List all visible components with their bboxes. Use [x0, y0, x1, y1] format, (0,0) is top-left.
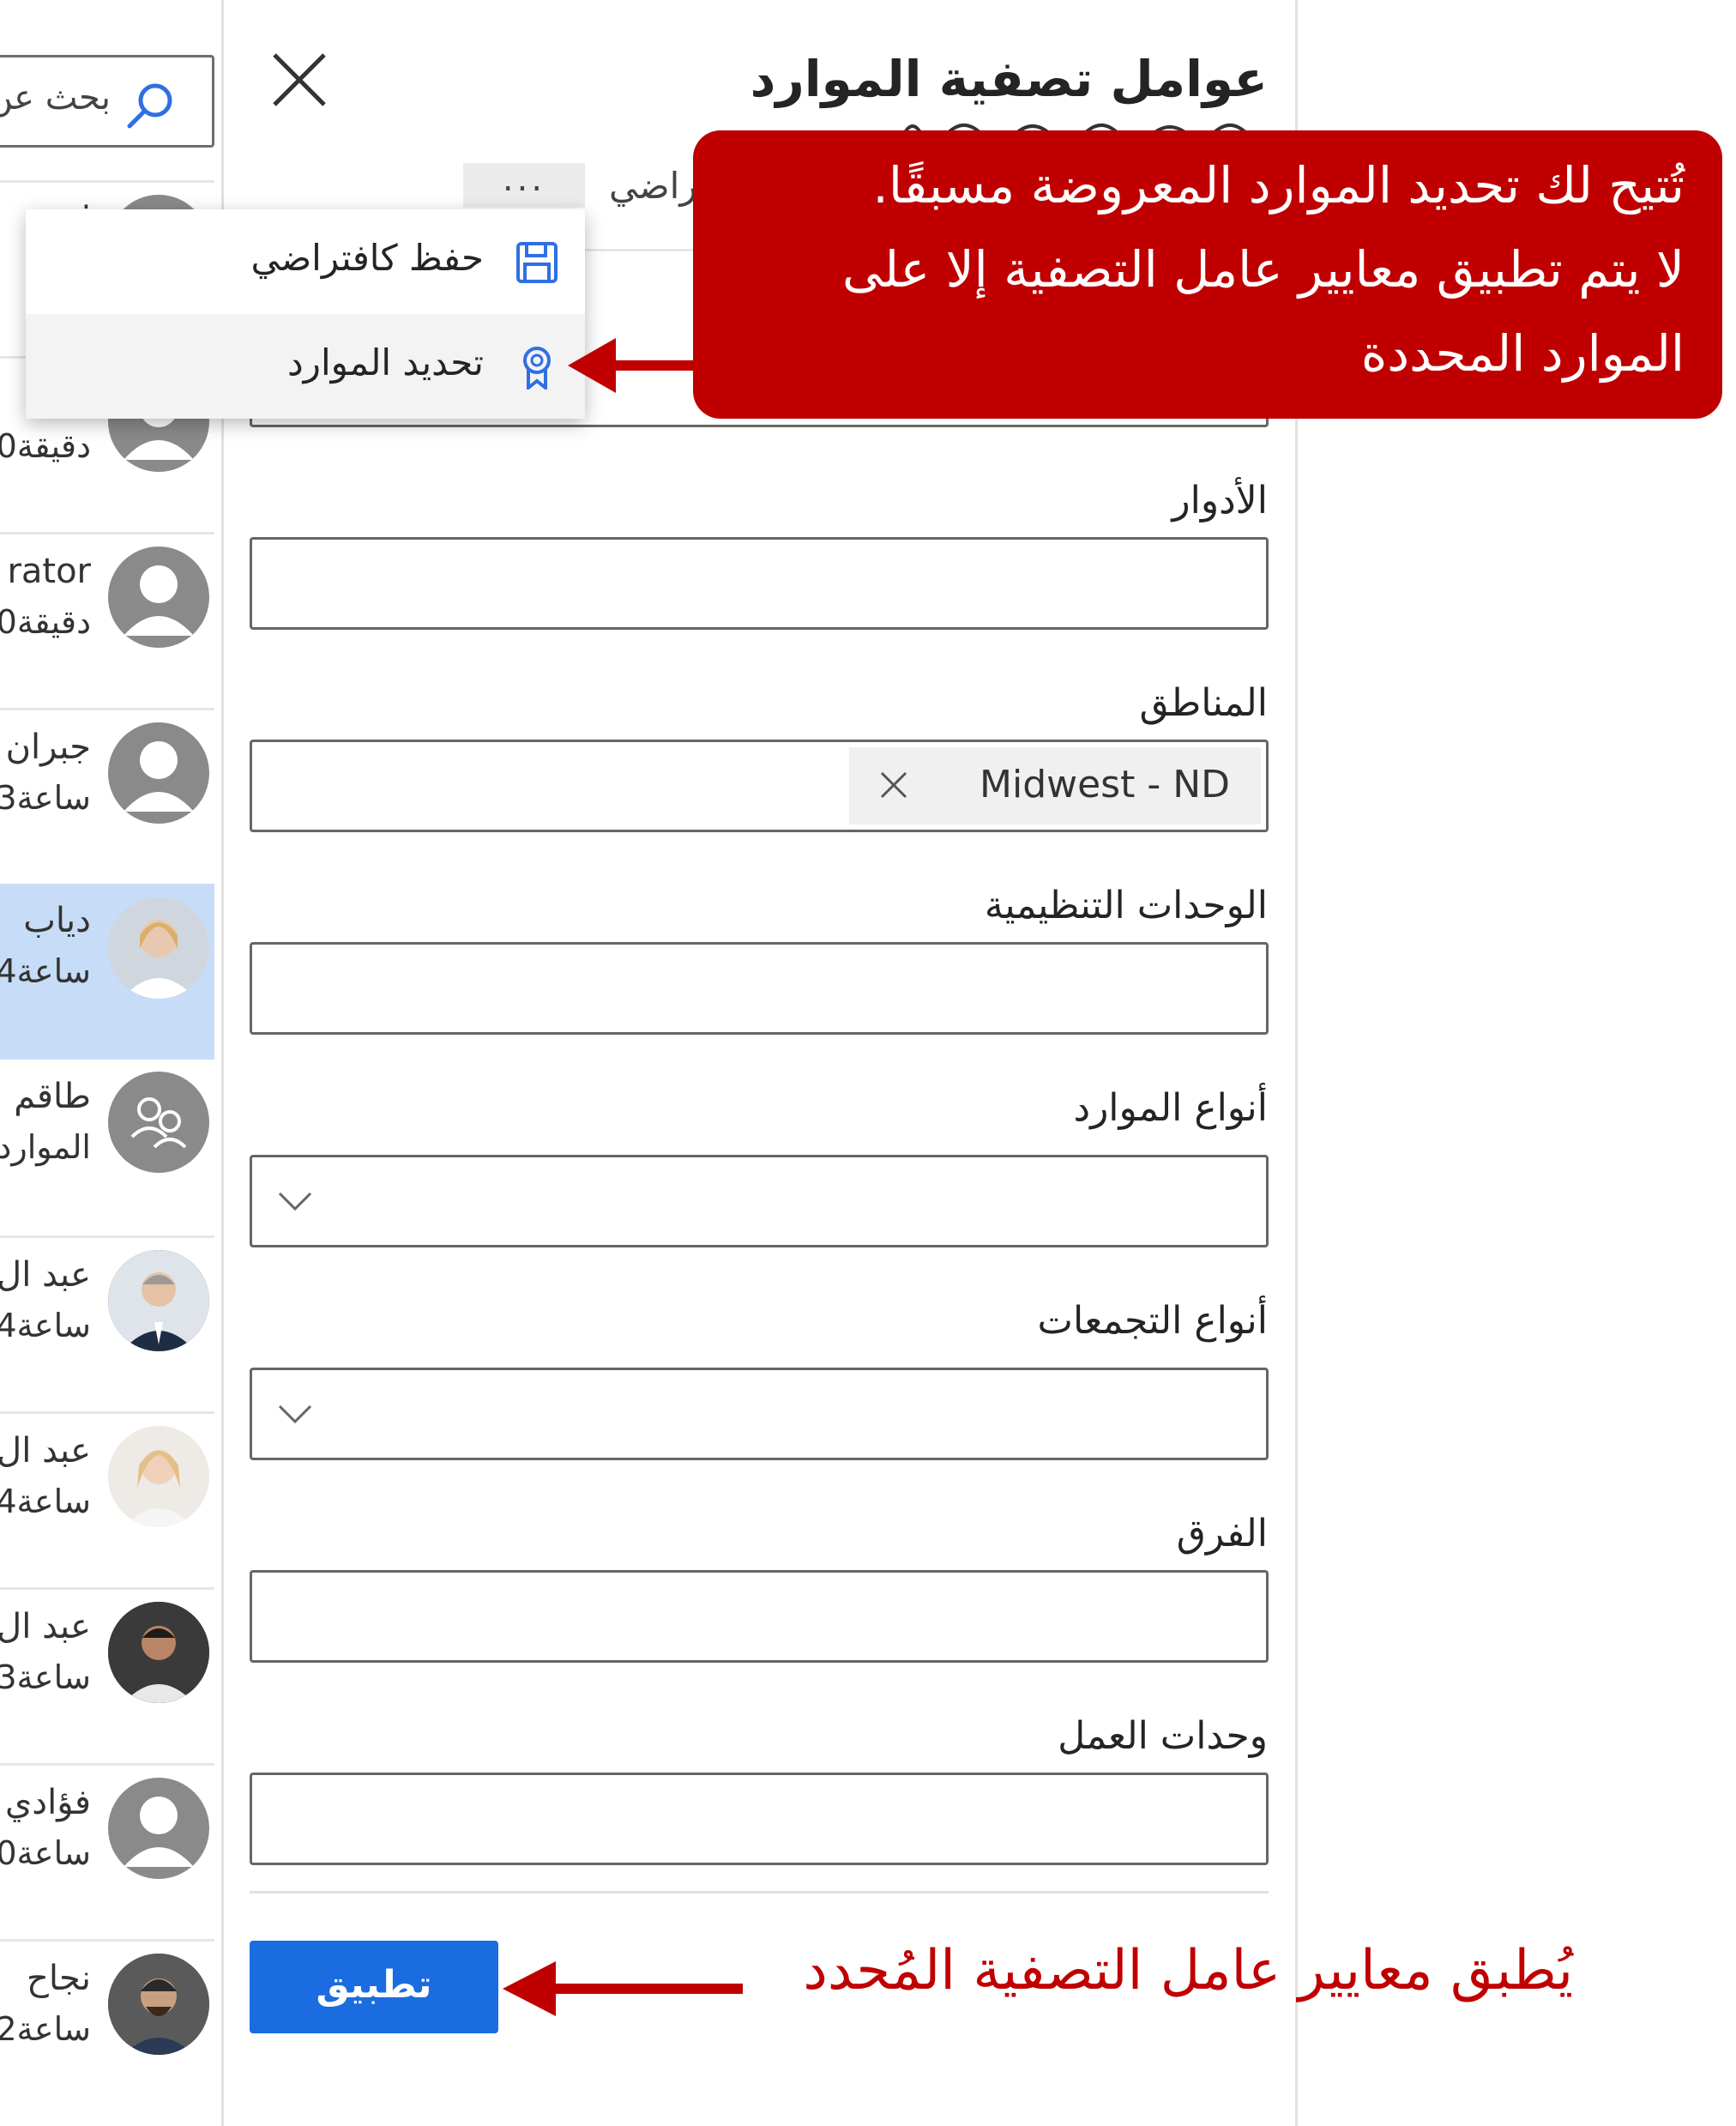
- search-icon: [127, 83, 172, 129]
- remove-chip-icon[interactable]: [878, 770, 909, 800]
- callout-annotation: تُتيح لك تحديد الموارد المعروضة مسبقًا. …: [693, 130, 1722, 419]
- roles-label: الأدوار: [1172, 479, 1268, 522]
- ribbon-icon: [523, 347, 551, 390]
- menu-item-label: تحديد الموارد: [286, 341, 484, 384]
- resource-name: طاقم: [14, 1077, 91, 1116]
- avatar: [108, 547, 209, 648]
- avatar: [108, 722, 209, 824]
- resource-hours: (14ساعة: [0, 952, 91, 990]
- callout-line-1: تُتيح لك تحديد الموارد المعروضة مسبقًا.: [872, 156, 1685, 214]
- org-units-label: الوحدات التنظيمية: [984, 884, 1268, 927]
- resource-types-label: أنواع الموارد: [1073, 1086, 1268, 1130]
- resource-name: rator: [7, 552, 91, 591]
- resource-row[interactable]: نجاح (12ساعة: [0, 1939, 214, 2115]
- resource-name: نجاح: [27, 1959, 91, 1998]
- business-units-label: وحدات العمل: [1058, 1714, 1268, 1758]
- resource-hours: (12ساعة: [0, 2010, 91, 2048]
- avatar: [108, 1954, 209, 2055]
- callout-line-3: الموارد المحددة: [1360, 324, 1685, 383]
- menu-item-label: حفظ كافتراضي: [250, 237, 484, 279]
- panel-title: عوامل تصفية الموارد: [750, 50, 1268, 108]
- chevron-down-icon: [278, 1404, 312, 1424]
- close-icon[interactable]: [268, 48, 331, 112]
- search-placeholder: بحث عن: [0, 78, 111, 118]
- apply-annotation-text: يُطبق معايير عامل التصفية المُحدد: [803, 1939, 1573, 2002]
- avatar-photo: [108, 1426, 209, 1527]
- avatar: [108, 1426, 209, 1527]
- resource-hours: (0دقيقة: [0, 427, 91, 465]
- menu-item-select-resources[interactable]: تحديد الموارد: [26, 314, 585, 419]
- resource-row[interactable]: جبران (13ساعة: [0, 708, 214, 884]
- pool-types-label: أنواع التجمعات: [1037, 1299, 1268, 1343]
- org-units-input[interactable]: [250, 942, 1269, 1035]
- resource-search-input[interactable]: بحث عن: [0, 55, 214, 148]
- avatar-photo: [108, 1954, 209, 2055]
- more-options-label: ...: [502, 160, 546, 199]
- avatar: [108, 1250, 209, 1351]
- resource-row-selected[interactable]: دياب (14ساعة: [0, 884, 214, 1060]
- resource-types-dropdown[interactable]: [250, 1155, 1269, 1247]
- resource-row[interactable]: عبد ال (13ساعة: [0, 1587, 214, 1763]
- territory-chip-label: Midwest - ND: [980, 763, 1230, 806]
- person-placeholder-icon: [124, 1797, 194, 1867]
- business-units-input[interactable]: [250, 1773, 1269, 1865]
- avatar-photo: [108, 1250, 209, 1351]
- crew-icon: [130, 1097, 187, 1149]
- menu-item-save-default[interactable]: حفظ كافتراضي: [26, 209, 585, 314]
- person-placeholder-icon: [124, 565, 194, 636]
- avatar: [108, 1602, 209, 1703]
- teams-label: الفرق: [1176, 1512, 1268, 1555]
- resource-name: دياب: [23, 901, 91, 940]
- pool-types-dropdown[interactable]: [250, 1368, 1269, 1460]
- apply-button[interactable]: تطبيق: [250, 1941, 498, 2033]
- resource-hours: (14ساعة: [0, 1483, 91, 1520]
- avatar-photo: [108, 897, 209, 999]
- avatar-photo: [108, 1602, 209, 1703]
- more-options-button[interactable]: ...: [463, 160, 585, 208]
- arrow-icon: [568, 338, 705, 393]
- avatar: [108, 897, 209, 999]
- avatar: [108, 1072, 209, 1173]
- resource-name: عبد ال: [0, 1431, 91, 1471]
- resource-hours: (10ساعة: [0, 1834, 91, 1872]
- resource-name: جبران: [5, 728, 91, 767]
- resource-row[interactable]: طاقم 0 الموارد: [0, 1060, 214, 1235]
- resource-row[interactable]: عبد ال (14ساعة: [0, 1411, 214, 1587]
- resource-name: عبد ال: [0, 1255, 91, 1295]
- callout-line-2: لا يتم تطبيق معايير عامل التصفية إلا على: [842, 240, 1685, 299]
- resource-hours: 0 الموارد: [0, 1128, 91, 1166]
- resource-hours: (14ساعة: [0, 1307, 91, 1344]
- territories-input[interactable]: Midwest - ND: [250, 740, 1269, 832]
- resource-name: عبد ال: [0, 1607, 91, 1646]
- overflow-menu: حفظ كافتراضي تحديد الموارد: [26, 209, 585, 419]
- avatar: [108, 1778, 209, 1879]
- footer-divider: [250, 1891, 1269, 1893]
- apply-button-label: تطبيق: [316, 1963, 432, 2007]
- teams-input[interactable]: [250, 1570, 1269, 1663]
- territories-label: المناطق: [1139, 681, 1268, 725]
- roles-input[interactable]: [250, 537, 1269, 630]
- resource-row[interactable]: عبد ال (14ساعة: [0, 1235, 214, 1411]
- resource-name: فؤادي: [4, 1783, 91, 1822]
- arrow-icon: [503, 1961, 743, 2016]
- territory-chip[interactable]: Midwest - ND: [849, 747, 1261, 824]
- resource-hours: (13ساعة: [0, 1658, 91, 1696]
- person-placeholder-icon: [124, 741, 194, 812]
- save-icon: [516, 242, 558, 283]
- chevron-down-icon: [278, 1192, 312, 1211]
- resource-row[interactable]: فؤادي (10ساعة: [0, 1763, 214, 1939]
- resource-row[interactable]: rator (0دقيقة: [0, 532, 214, 708]
- resource-hours: (0دقيقة: [0, 603, 91, 641]
- resource-hours: (13ساعة: [0, 779, 91, 817]
